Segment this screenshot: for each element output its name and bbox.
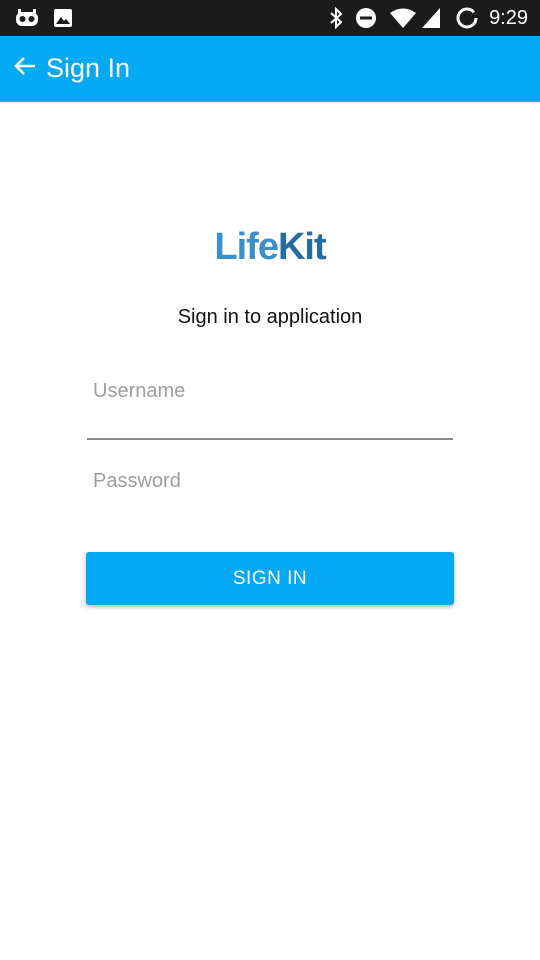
password-field-container <box>87 464 453 504</box>
cyanogen-icon <box>14 6 40 30</box>
sign-in-button[interactable]: SIGN IN <box>86 552 454 605</box>
username-field-container <box>87 374 453 440</box>
status-time: 9:29 <box>489 6 528 29</box>
page-title: Sign In <box>46 53 131 83</box>
image-notification-icon <box>50 6 76 30</box>
do-not-disturb-icon <box>355 7 377 29</box>
status-bar: 9:29 <box>0 0 540 36</box>
battery-charging-icon <box>455 6 479 30</box>
app-bar: Sign In <box>0 36 540 102</box>
cell-signal-icon <box>421 7 441 29</box>
username-input[interactable] <box>87 374 453 408</box>
wifi-icon <box>389 7 417 29</box>
app-logo: LifeKit <box>0 226 540 269</box>
password-input[interactable] <box>87 464 453 498</box>
bluetooth-icon <box>329 7 343 29</box>
sign-in-subtitle: Sign in to application <box>177 306 363 328</box>
back-button[interactable] <box>10 53 40 83</box>
logo-part-life: Life <box>214 226 279 268</box>
arrow-back-icon <box>13 54 37 83</box>
logo-part-kit: Kit <box>277 226 327 268</box>
